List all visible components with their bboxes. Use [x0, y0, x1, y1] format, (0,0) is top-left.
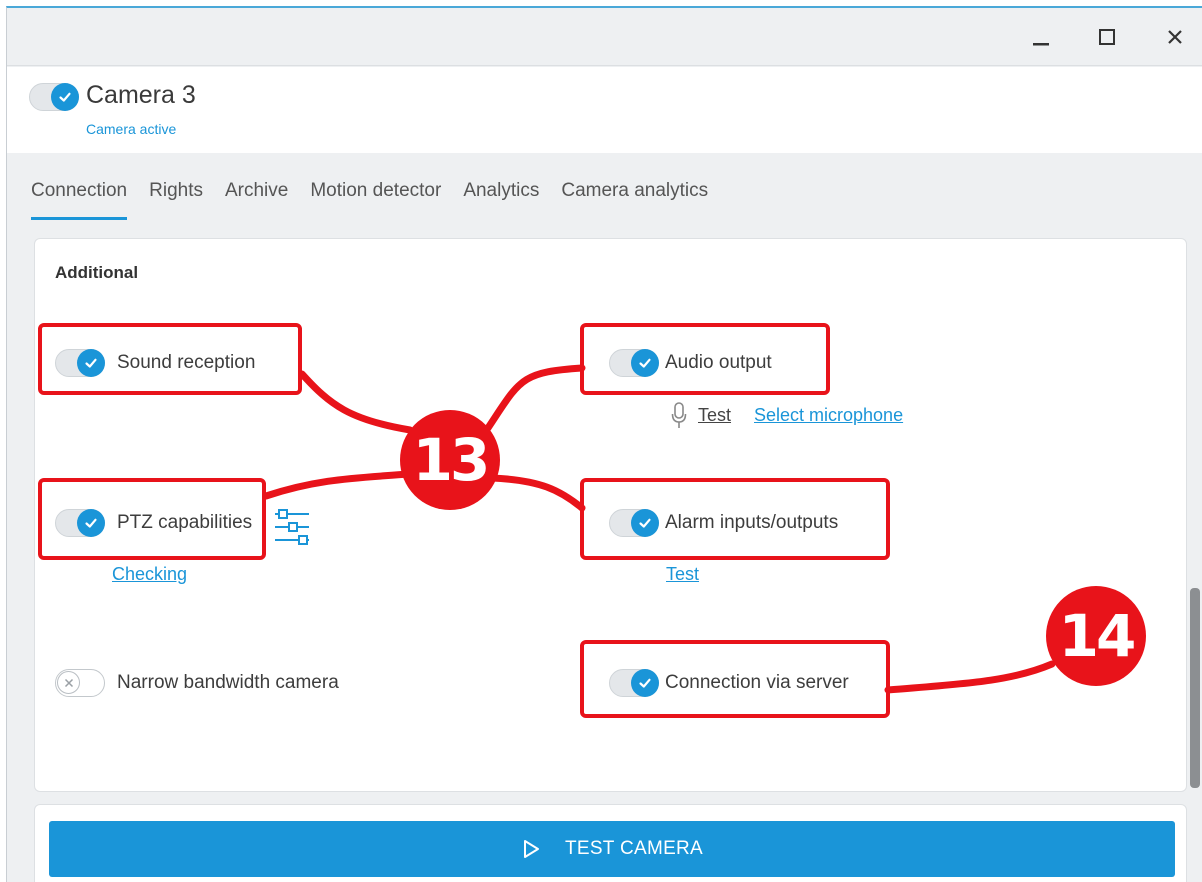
close-icon [1168, 30, 1182, 44]
tab-connection[interactable]: Connection [31, 180, 128, 220]
callout-sound-reception [38, 323, 302, 395]
narrow-bandwidth-toggle[interactable] [55, 669, 105, 697]
settings-tabs: Connection Rights Archive Motion detecto… [31, 180, 730, 220]
camera-status: Camera active [86, 121, 177, 137]
narrow-bandwidth-label: Narrow bandwidth camera [117, 672, 339, 693]
tab-analytics[interactable]: Analytics [463, 180, 539, 220]
annotation-badge-14: 14 [1046, 586, 1146, 686]
scrollbar-thumb[interactable] [1190, 588, 1200, 788]
maximize-icon [1099, 29, 1115, 45]
microphone-icon [671, 402, 687, 428]
narrow-bandwidth-option: Narrow bandwidth camera [55, 669, 339, 697]
tab-camera-analytics[interactable]: Camera analytics [561, 180, 708, 220]
tab-archive[interactable]: Archive [225, 180, 288, 220]
footer-bar: TEST CAMERA [34, 804, 1187, 882]
select-microphone-link[interactable]: Select microphone [754, 405, 903, 426]
test-camera-button[interactable]: TEST CAMERA [49, 821, 1175, 877]
test-camera-label: TEST CAMERA [564, 838, 704, 859]
camera-enabled-toggle[interactable] [29, 83, 79, 111]
audio-test-link[interactable]: Test [698, 405, 731, 426]
callout-ptz [38, 478, 266, 560]
ptz-checking-link[interactable]: Checking [112, 564, 187, 585]
tab-rights[interactable]: Rights [149, 180, 203, 220]
section-title: Additional [55, 263, 139, 282]
minimize-icon [1033, 43, 1049, 46]
title-bar [7, 8, 1202, 66]
callout-connection-via-server [580, 640, 890, 718]
minimize-button[interactable] [1023, 22, 1059, 52]
close-button[interactable] [1157, 22, 1193, 52]
callout-alarm-io [580, 478, 890, 560]
alarm-io-test-link[interactable]: Test [666, 564, 699, 585]
camera-settings-window: Camera 3 Camera active Connection Rights… [6, 6, 1202, 882]
annotation-badge-13: 13 [400, 410, 500, 510]
camera-name: Camera 3 [86, 81, 196, 109]
camera-header: Camera 3 Camera active [7, 67, 1202, 153]
check-icon [51, 83, 79, 111]
ptz-settings-sliders-icon[interactable] [275, 507, 311, 547]
x-icon [57, 671, 80, 694]
callout-audio-output [580, 323, 830, 395]
maximize-button[interactable] [1089, 22, 1125, 52]
play-icon [523, 840, 539, 858]
tab-motion-detector[interactable]: Motion detector [310, 180, 441, 220]
